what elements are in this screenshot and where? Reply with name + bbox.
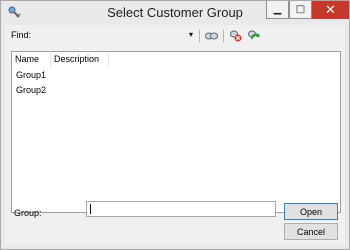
column-header-description[interactable]: Description <box>51 53 109 67</box>
find-combobox[interactable]: ▾ <box>35 28 195 43</box>
remove-filter-icon[interactable] <box>229 29 243 42</box>
dialog-window: Select Customer Group ▁ □ ✕ Find: ▾ Name… <box>0 0 350 250</box>
dialog-body: Find: ▾ Name Description Group1 Group2 G… <box>5 25 345 245</box>
find-icon[interactable] <box>204 29 218 42</box>
list-item-group2[interactable]: Group2 <box>16 85 46 95</box>
column-header-name[interactable]: Name <box>12 53 51 67</box>
toolbar-separator <box>199 30 200 42</box>
refresh-icon[interactable] <box>247 29 261 42</box>
find-toolbar: Find: ▾ <box>5 27 345 45</box>
group-label: Group: <box>14 208 42 218</box>
minimize-icon: ▁ <box>273 4 282 15</box>
chevron-down-icon[interactable]: ▾ <box>189 30 193 39</box>
groups-list[interactable]: Name Description Group1 Group2 <box>11 51 341 213</box>
find-label: Find: <box>11 30 32 40</box>
minimize-button[interactable]: ▁ <box>266 1 289 19</box>
close-button[interactable]: ✕ <box>312 1 349 19</box>
cancel-button-label: Cancel <box>296 226 325 237</box>
text-caret <box>90 204 91 214</box>
list-item-group1[interactable]: Group1 <box>16 70 46 80</box>
open-button-label: Open <box>299 206 323 217</box>
open-button[interactable]: Open <box>284 203 338 220</box>
cancel-button[interactable]: Cancel <box>284 223 338 240</box>
maximize-icon: □ <box>295 4 306 15</box>
title-bar[interactable]: Select Customer Group ▁ □ ✕ <box>1 1 349 25</box>
maximize-button[interactable]: □ <box>289 1 312 19</box>
group-input[interactable] <box>86 201 276 217</box>
toolbar-separator <box>223 30 224 42</box>
close-icon: ✕ <box>325 2 336 18</box>
